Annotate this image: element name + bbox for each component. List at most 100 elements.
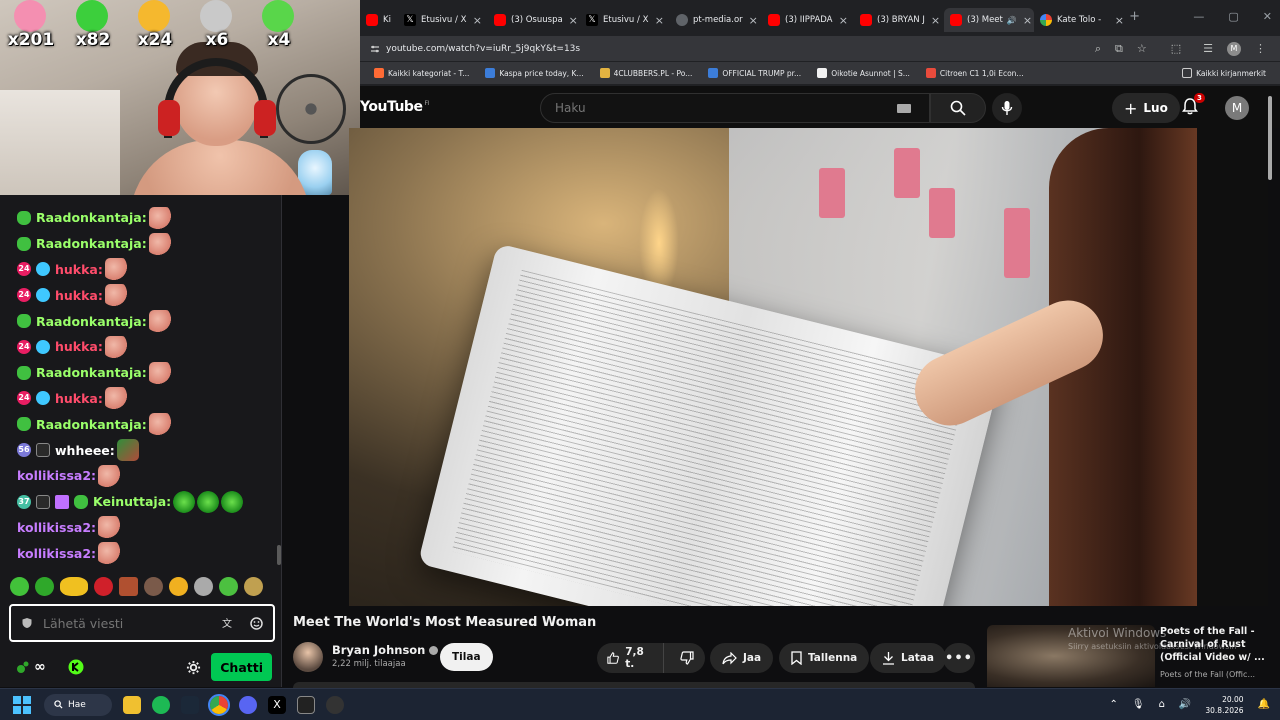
page-scrollbar[interactable] xyxy=(1268,96,1272,180)
tab-close-icon[interactable]: × xyxy=(649,14,664,27)
chat-message[interactable]: Raadonkantaja: xyxy=(17,231,280,257)
face-badge-icon[interactable] xyxy=(36,494,50,509)
chat-message[interactable]: 24 hukka: xyxy=(17,334,280,360)
rose-icon[interactable] xyxy=(94,576,113,596)
notion-icon[interactable] xyxy=(297,695,315,714)
chat-username[interactable]: Raadonkantaja: xyxy=(36,236,147,251)
dislike-button[interactable] xyxy=(670,643,706,673)
chat-username[interactable]: Raadonkantaja: xyxy=(36,365,147,380)
frog-badge-icon[interactable] xyxy=(17,210,31,225)
steam-icon[interactable] xyxy=(181,695,199,714)
menu-icon[interactable]: ⋮ xyxy=(1255,42,1266,55)
gift-badge-icon[interactable] xyxy=(55,494,69,509)
emoji-icon[interactable] xyxy=(250,616,263,630)
tab-close-icon[interactable]: × xyxy=(391,14,398,27)
bookmark-item[interactable]: 4CLUBBERS.PL - Po... xyxy=(599,68,692,78)
channel-avatar[interactable] xyxy=(293,642,323,672)
browser-tab[interactable]: Kate Tolo - × xyxy=(1034,8,1130,32)
browser-tab[interactable]: Ki× xyxy=(360,8,398,32)
search-button[interactable] xyxy=(930,93,986,123)
subscriber-badge[interactable]: 37 xyxy=(17,494,31,509)
hand-emote-icon[interactable] xyxy=(148,310,171,333)
kick-logo-icon[interactable] xyxy=(68,659,84,675)
browser-tab[interactable]: 𝕏 Etusivu / X × xyxy=(398,8,488,32)
chat-message[interactable]: 24 hukka: xyxy=(17,282,280,308)
frog-emote-icon[interactable] xyxy=(197,490,220,513)
clock[interactable]: 20.00 30.8.2026 xyxy=(1205,694,1243,716)
money-emote-icon[interactable] xyxy=(116,439,139,462)
points-label[interactable]: ∞ xyxy=(34,659,46,675)
video-player[interactable] xyxy=(349,128,1197,606)
frog-icon[interactable] xyxy=(219,576,238,596)
chat-username[interactable]: Keinuttaja: xyxy=(93,494,171,509)
chat-username[interactable]: hukka: xyxy=(55,288,103,303)
browser-tab[interactable]: pt-media.or × xyxy=(670,8,762,32)
bookmark-item[interactable]: OFFICIAL TRUMP pr... xyxy=(708,68,801,78)
frog-icon[interactable] xyxy=(35,576,54,596)
file-explorer-icon[interactable] xyxy=(123,695,141,714)
frog-icon[interactable] xyxy=(10,576,29,596)
search-input[interactable] xyxy=(555,101,897,115)
chrome-icon[interactable] xyxy=(208,693,230,716)
frog-badge-icon[interactable] xyxy=(17,365,31,380)
volume-icon[interactable]: 🔊 xyxy=(1179,699,1191,710)
tab-audio-icon[interactable]: 🔊 xyxy=(1007,16,1017,25)
blue-badge-icon[interactable] xyxy=(36,391,50,406)
chat-message[interactable]: Raadonkantaja: xyxy=(17,205,280,231)
share-button[interactable]: Jaa xyxy=(710,643,774,673)
obs-icon[interactable] xyxy=(326,695,344,714)
frog-badge-icon[interactable] xyxy=(17,236,31,251)
all-bookmarks-folder[interactable]: Kaikki kirjanmerkit xyxy=(1182,68,1266,78)
frog-badge-icon[interactable] xyxy=(17,417,31,432)
chat-message[interactable]: Raadonkantaja: xyxy=(17,308,280,334)
tab-close-icon[interactable]: × xyxy=(743,14,758,27)
browser-tab[interactable]: (3) Osuuspa × xyxy=(488,8,580,32)
subscriber-badge[interactable]: 24 xyxy=(17,391,31,406)
chat-username[interactable]: kollikissa2: xyxy=(17,520,96,535)
chat-message[interactable]: kollikissa2: xyxy=(17,540,280,566)
subscriber-badge[interactable]: 24 xyxy=(17,339,31,354)
address-bar[interactable]: youtube.com/watch?v=iuRr_5j9qkY&t=13s ⌕ … xyxy=(360,36,1280,61)
chat-username[interactable]: Raadonkantaja: xyxy=(36,210,147,225)
keyboard-icon[interactable] xyxy=(897,103,911,113)
account-avatar[interactable]: M xyxy=(1225,96,1249,120)
duck-icon[interactable] xyxy=(169,576,188,596)
tab-close-icon[interactable]: × xyxy=(467,14,482,27)
taskbar-search[interactable]: Hae xyxy=(44,693,112,716)
extensions-icon[interactable]: ⬚ xyxy=(1171,42,1181,55)
save-button[interactable]: Tallenna xyxy=(779,643,870,673)
chat-username[interactable]: Raadonkantaja: xyxy=(36,314,147,329)
browser-tab[interactable]: (3) BRYAN J × xyxy=(854,8,944,32)
chat-message[interactable]: Raadonkantaja: xyxy=(17,411,280,437)
chat-message[interactable]: 24 hukka: xyxy=(17,257,280,283)
chat-message[interactable]: kollikissa2: xyxy=(17,463,280,489)
x-app-icon[interactable]: X xyxy=(268,695,286,714)
subscriber-badge[interactable]: 24 xyxy=(17,288,31,303)
chat-username[interactable]: kollikissa2: xyxy=(17,468,96,483)
tab-close-icon[interactable]: × xyxy=(563,14,578,27)
microphone-icon[interactable]: 🎙 xyxy=(1132,699,1145,710)
bookmark-star-icon[interactable]: ☆ xyxy=(1137,42,1147,55)
tab-close-icon[interactable]: × xyxy=(925,14,940,27)
bookmark-item[interactable]: Oikotie Asunnot | S... xyxy=(817,68,910,78)
hand-emote-icon[interactable] xyxy=(148,413,171,436)
chat-username[interactable]: hukka: xyxy=(55,391,103,406)
translate-icon[interactable]: 文 xyxy=(222,617,236,629)
tab-close-icon[interactable]: × xyxy=(1109,14,1124,27)
browser-tab[interactable]: (3) Meet 🔊 × xyxy=(944,8,1034,32)
chat-username[interactable]: kollikissa2: xyxy=(17,546,96,561)
chat-username[interactable]: whheee: xyxy=(55,443,115,458)
search-box[interactable] xyxy=(540,93,930,123)
url-text[interactable]: youtube.com/watch?v=iuRr_5j9qkY&t=13s xyxy=(386,44,580,54)
blue-badge-icon[interactable] xyxy=(36,262,50,277)
monkey-icon[interactable] xyxy=(244,576,263,596)
chat-message[interactable]: 24 hukka: xyxy=(17,386,280,412)
create-button[interactable]: + Luo xyxy=(1112,93,1180,123)
network-icon[interactable]: ⌂ xyxy=(1159,699,1165,710)
face-icon[interactable] xyxy=(144,576,163,596)
install-app-icon[interactable]: ⧉ xyxy=(1115,42,1123,56)
chat-username[interactable]: Raadonkantaja: xyxy=(36,417,147,432)
shield-icon[interactable] xyxy=(21,617,33,629)
hand-emote-icon[interactable] xyxy=(104,284,127,307)
minimize-icon[interactable]: — xyxy=(1193,10,1204,23)
